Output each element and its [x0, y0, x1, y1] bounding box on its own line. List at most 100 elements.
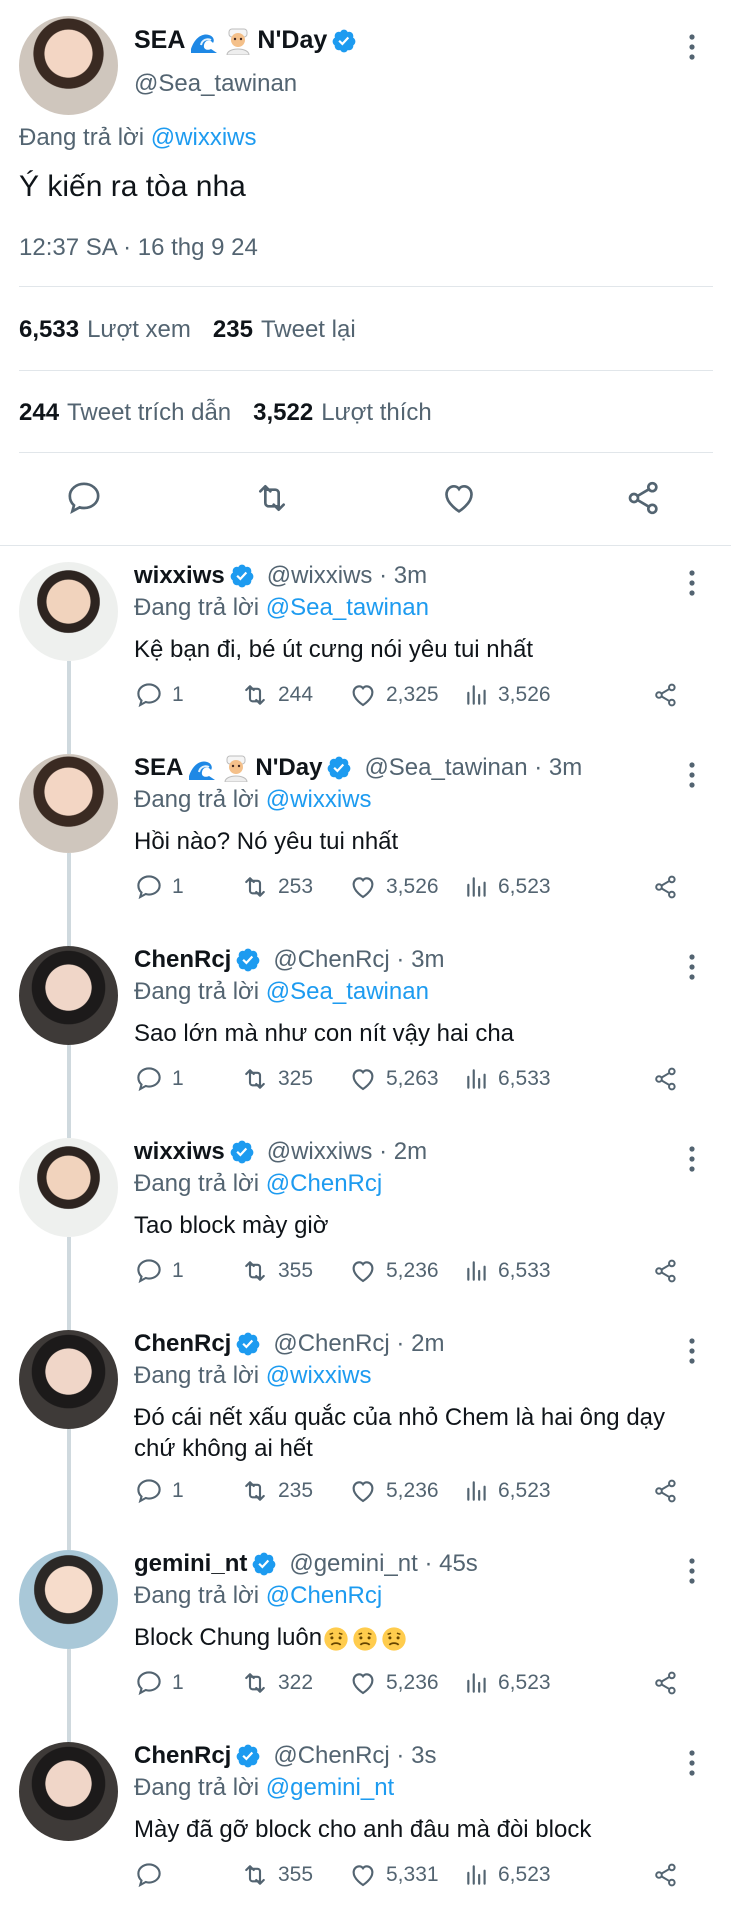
author-handle[interactable]: @Sea_tawinan: [134, 70, 297, 98]
like-button[interactable]: 5,331: [348, 1858, 439, 1892]
author-name[interactable]: gemini_nt: [134, 1550, 247, 1578]
retweet-button[interactable]: 253: [240, 870, 313, 904]
retweet-button[interactable]: 322: [240, 1666, 313, 1700]
reply-button[interactable]: 1: [134, 1062, 184, 1096]
reply-tweet[interactable]: ChenRcj @ChenRcj · 3s Đang trả lời @gemi…: [0, 1728, 731, 1920]
more-options-button[interactable]: [680, 1748, 704, 1778]
more-options-button[interactable]: [680, 952, 704, 982]
author-name[interactable]: SEA: [134, 754, 183, 782]
share-button[interactable]: [652, 1858, 680, 1892]
like-button[interactable]: [437, 476, 481, 520]
author-handle[interactable]: @wixxiws · 2m: [267, 1138, 427, 1166]
replying-to-link[interactable]: @ChenRcj: [266, 1582, 382, 1609]
avatar[interactable]: [19, 1138, 118, 1237]
reply-tweet[interactable]: SEA N'Day @Sea_tawinan · 3m Đang trả lời…: [0, 740, 731, 946]
author-handle[interactable]: @ChenRcj · 3s: [273, 1742, 436, 1770]
reply-button[interactable]: [62, 476, 106, 520]
heart-icon: [352, 877, 374, 899]
like-button[interactable]: 5,263: [348, 1062, 439, 1096]
avatar[interactable]: [19, 562, 118, 661]
more-options-icon[interactable]: [680, 760, 704, 790]
tweet-timestamp[interactable]: 12:37 SA · 16 thg 9 24: [19, 234, 258, 262]
reply-button[interactable]: 1: [134, 870, 184, 904]
reply-tweet[interactable]: ChenRcj @ChenRcj · 3m Đang trả lời @Sea_…: [0, 932, 731, 1138]
avatar[interactable]: [19, 1742, 118, 1841]
avatar[interactable]: [19, 946, 118, 1045]
author-name[interactable]: wixxiws: [134, 562, 225, 590]
author-handle[interactable]: @gemini_nt · 45s: [289, 1550, 477, 1578]
reply-button[interactable]: 1: [134, 1666, 184, 1700]
author-handle[interactable]: @ChenRcj · 3m: [273, 946, 444, 974]
author-name[interactable]: ChenRcj: [134, 946, 231, 974]
reply-button[interactable]: 1: [134, 1254, 184, 1288]
reply-tweet[interactable]: wixxiws @wixxiws · 3m Đang trả lời @Sea_…: [0, 548, 731, 754]
quotes-stat[interactable]: 244 Tweet trích dẫn: [19, 399, 231, 427]
author-name[interactable]: ChenRcj: [134, 1742, 231, 1770]
author-handle[interactable]: @ChenRcj · 2m: [273, 1330, 444, 1358]
share-button[interactable]: [652, 1474, 680, 1508]
like-button[interactable]: 2,325: [348, 678, 439, 712]
replying-to-link[interactable]: @gemini_nt: [266, 1774, 394, 1801]
views-stat[interactable]: 6,533 Lượt xem: [19, 316, 191, 344]
share-button[interactable]: [652, 1666, 680, 1700]
share-button[interactable]: [652, 870, 680, 904]
more-options-button[interactable]: [680, 1556, 704, 1586]
author-name[interactable]: SEA N'Day: [134, 26, 357, 55]
more-options-icon[interactable]: [680, 1748, 704, 1778]
more-options-icon[interactable]: [680, 1144, 704, 1174]
share-button[interactable]: [652, 1062, 680, 1096]
more-options-icon[interactable]: [680, 568, 704, 598]
retweet-button[interactable]: 325: [240, 1062, 313, 1096]
reply-button[interactable]: [134, 1858, 172, 1892]
replying-to-link[interactable]: @wixxiws: [151, 124, 257, 151]
more-options-icon[interactable]: [680, 952, 704, 982]
reply-tweet[interactable]: ChenRcj @ChenRcj · 2m Đang trả lời @wixx…: [0, 1316, 731, 1550]
like-button[interactable]: 5,236: [348, 1474, 439, 1508]
share-button[interactable]: [622, 476, 666, 520]
views-button[interactable]: 6,523: [464, 1666, 551, 1700]
avatar[interactable]: [19, 1330, 118, 1429]
author-handle[interactable]: @wixxiws · 3m: [267, 562, 427, 590]
like-button[interactable]: 5,236: [348, 1254, 439, 1288]
views-button[interactable]: 6,523: [464, 870, 551, 904]
retweet-button[interactable]: 355: [240, 1254, 313, 1288]
author-handle[interactable]: @Sea_tawinan · 3m: [364, 754, 582, 782]
reply-tweet[interactable]: gemini_nt @gemini_nt · 45s Đang trả lời …: [0, 1536, 731, 1742]
author-name[interactable]: wixxiws: [134, 1138, 225, 1166]
more-options-button[interactable]: [680, 1144, 704, 1174]
reply-button[interactable]: 1: [134, 1474, 184, 1508]
more-options-icon[interactable]: [680, 1556, 704, 1586]
replying-to-link[interactable]: @ChenRcj: [266, 1170, 382, 1197]
views-button[interactable]: 6,523: [464, 1474, 551, 1508]
like-button[interactable]: 3,526: [348, 870, 439, 904]
views-button[interactable]: 6,533: [464, 1254, 551, 1288]
replying-to-link[interactable]: @Sea_tawinan: [266, 978, 429, 1005]
more-options-icon[interactable]: [680, 32, 704, 62]
likes-stat[interactable]: 3,522 Lượt thích: [253, 399, 432, 427]
avatar[interactable]: [19, 754, 118, 853]
retweet-button[interactable]: [250, 476, 294, 520]
views-button[interactable]: 3,526: [464, 678, 551, 712]
share-button[interactable]: [652, 1254, 680, 1288]
retweet-button[interactable]: 235: [240, 1474, 313, 1508]
replying-to-link[interactable]: @Sea_tawinan: [266, 594, 429, 621]
views-button[interactable]: 6,533: [464, 1062, 551, 1096]
reply-button[interactable]: 1: [134, 678, 184, 712]
more-options-button[interactable]: [680, 760, 704, 790]
more-options-icon[interactable]: [680, 1336, 704, 1366]
avatar[interactable]: [19, 16, 118, 115]
reply-tweet[interactable]: wixxiws @wixxiws · 2m Đang trả lời @Chen…: [0, 1124, 731, 1330]
replying-to-link[interactable]: @wixxiws: [266, 1362, 372, 1389]
views-button[interactable]: 6,523: [464, 1858, 551, 1892]
view-count: 3,526: [498, 683, 551, 706]
more-options-button[interactable]: [680, 1336, 704, 1366]
like-button[interactable]: 5,236: [348, 1666, 439, 1700]
retweet-button[interactable]: 355: [240, 1858, 313, 1892]
retweet-button[interactable]: 244: [240, 678, 313, 712]
share-button[interactable]: [652, 678, 680, 712]
author-name[interactable]: ChenRcj: [134, 1330, 231, 1358]
more-options-button[interactable]: [680, 568, 704, 598]
replying-to-link[interactable]: @wixxiws: [266, 786, 372, 813]
retweets-stat[interactable]: 235 Tweet lại: [213, 316, 356, 344]
avatar[interactable]: [19, 1550, 118, 1649]
